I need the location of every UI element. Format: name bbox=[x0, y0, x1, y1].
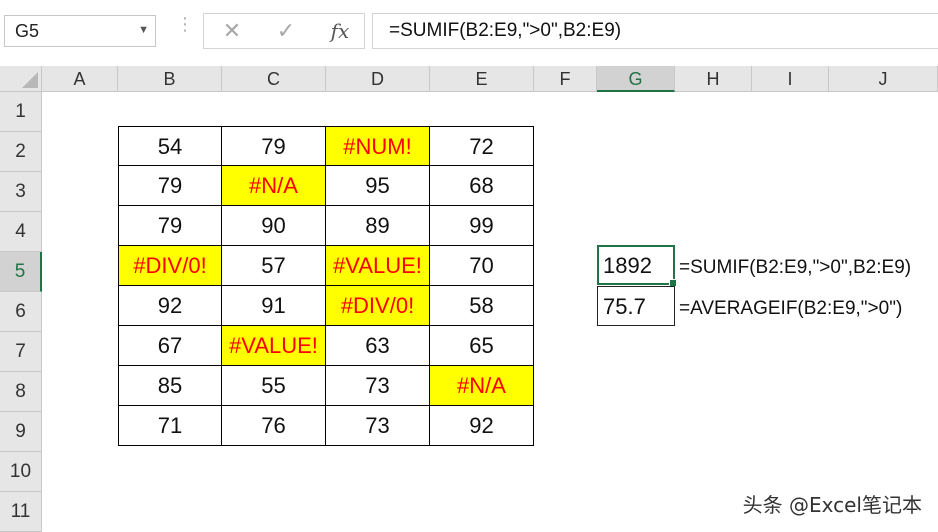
table-cell[interactable]: #NUM! bbox=[326, 126, 430, 166]
column-header-d[interactable]: D bbox=[326, 66, 430, 92]
table-cell[interactable]: #N/A bbox=[222, 166, 326, 206]
formula-input[interactable]: =SUMIF(B2:E9,">0",B2:E9) bbox=[372, 13, 938, 49]
table-cell[interactable]: #DIV/0! bbox=[326, 286, 430, 326]
chevron-down-icon[interactable]: ▼ bbox=[138, 24, 149, 36]
column-header-a[interactable]: A bbox=[42, 66, 118, 92]
table-cell[interactable]: 91 bbox=[222, 286, 326, 326]
table-cell[interactable]: 89 bbox=[326, 206, 430, 246]
insert-function-icon[interactable]: fx bbox=[322, 16, 358, 46]
select-all-button[interactable] bbox=[0, 66, 42, 92]
table-cell[interactable]: 58 bbox=[430, 286, 534, 326]
table-cell[interactable]: 55 bbox=[222, 366, 326, 406]
table-cell[interactable]: 70 bbox=[430, 246, 534, 286]
formula-buttons: ✕ ✓ fx bbox=[203, 13, 365, 49]
sum-formula-note: =SUMIF(B2:E9,">0",B2:E9) bbox=[679, 257, 912, 278]
row-header-10[interactable]: 10 bbox=[0, 452, 42, 492]
table-cell[interactable]: 65 bbox=[430, 326, 534, 366]
row-header-6[interactable]: 6 bbox=[0, 292, 42, 332]
column-header-e[interactable]: E bbox=[430, 66, 534, 92]
table-cell[interactable]: 73 bbox=[326, 366, 430, 406]
table-cell[interactable]: 92 bbox=[430, 406, 534, 446]
enter-icon[interactable]: ✓ bbox=[268, 16, 304, 46]
table-cell[interactable]: 92 bbox=[118, 286, 222, 326]
name-box-value: G5 bbox=[15, 21, 40, 41]
row-header-5[interactable]: 5 bbox=[0, 252, 42, 292]
row-header-7[interactable]: 7 bbox=[0, 332, 42, 372]
table-cell[interactable]: 67 bbox=[118, 326, 222, 366]
table-cell[interactable]: 72 bbox=[430, 126, 534, 166]
column-header-c[interactable]: C bbox=[222, 66, 326, 92]
column-header-b[interactable]: B bbox=[118, 66, 222, 92]
table-cell[interactable]: 63 bbox=[326, 326, 430, 366]
formula-text: =SUMIF(B2:E9,">0",B2:E9) bbox=[389, 20, 622, 41]
name-box[interactable]: G5 ▼ bbox=[4, 15, 156, 47]
sum-result-value: 1892 bbox=[603, 253, 652, 278]
formula-bar: G5 ▼ ⋮ ✕ ✓ fx =SUMIF(B2:E9,">0",B2:E9) bbox=[0, 0, 938, 67]
table-cell[interactable]: 54 bbox=[118, 126, 222, 166]
table-cell[interactable]: 68 bbox=[430, 166, 534, 206]
table-cell[interactable]: #DIV/0! bbox=[118, 246, 222, 286]
average-result-value: 75.7 bbox=[603, 294, 646, 319]
column-header-f[interactable]: F bbox=[534, 66, 597, 92]
row-header-3[interactable]: 3 bbox=[0, 172, 42, 212]
cancel-icon[interactable]: ✕ bbox=[214, 16, 250, 46]
row-header-11[interactable]: 11 bbox=[0, 492, 42, 532]
drag-handle-icon[interactable]: ⋮ bbox=[176, 15, 194, 33]
table-cell[interactable]: 90 bbox=[222, 206, 326, 246]
average-formula-note: =AVERAGEIF(B2:E9,">0") bbox=[679, 298, 903, 319]
row-header-8[interactable]: 8 bbox=[0, 372, 42, 412]
column-header-j[interactable]: J bbox=[829, 66, 938, 92]
column-header-g[interactable]: G bbox=[597, 66, 675, 92]
table-cell[interactable]: #N/A bbox=[430, 366, 534, 406]
column-header-h[interactable]: H bbox=[675, 66, 752, 92]
watermark: 头条 @Excel笔记本 bbox=[742, 493, 922, 517]
table-cell[interactable]: 57 bbox=[222, 246, 326, 286]
table-cell[interactable]: 79 bbox=[222, 126, 326, 166]
average-result-cell[interactable]: 75.7 bbox=[597, 286, 675, 326]
table-cell[interactable]: 85 bbox=[118, 366, 222, 406]
table-cell[interactable]: 76 bbox=[222, 406, 326, 446]
row-header-4[interactable]: 4 bbox=[0, 212, 42, 252]
row-header-1[interactable]: 1 bbox=[0, 92, 42, 132]
table-cell[interactable]: #VALUE! bbox=[326, 246, 430, 286]
table-cell[interactable]: 95 bbox=[326, 166, 430, 206]
sum-result-cell[interactable]: 1892 bbox=[597, 245, 677, 287]
table-cell[interactable]: 71 bbox=[118, 406, 222, 446]
select-all-icon bbox=[22, 72, 38, 88]
table-cell[interactable]: 79 bbox=[118, 206, 222, 246]
table-cell[interactable]: #VALUE! bbox=[222, 326, 326, 366]
row-header-2[interactable]: 2 bbox=[0, 132, 42, 172]
table-cell[interactable]: 79 bbox=[118, 166, 222, 206]
column-header-i[interactable]: I bbox=[752, 66, 829, 92]
row-header-9[interactable]: 9 bbox=[0, 412, 42, 452]
table-cell[interactable]: 99 bbox=[430, 206, 534, 246]
table-cell[interactable]: 73 bbox=[326, 406, 430, 446]
